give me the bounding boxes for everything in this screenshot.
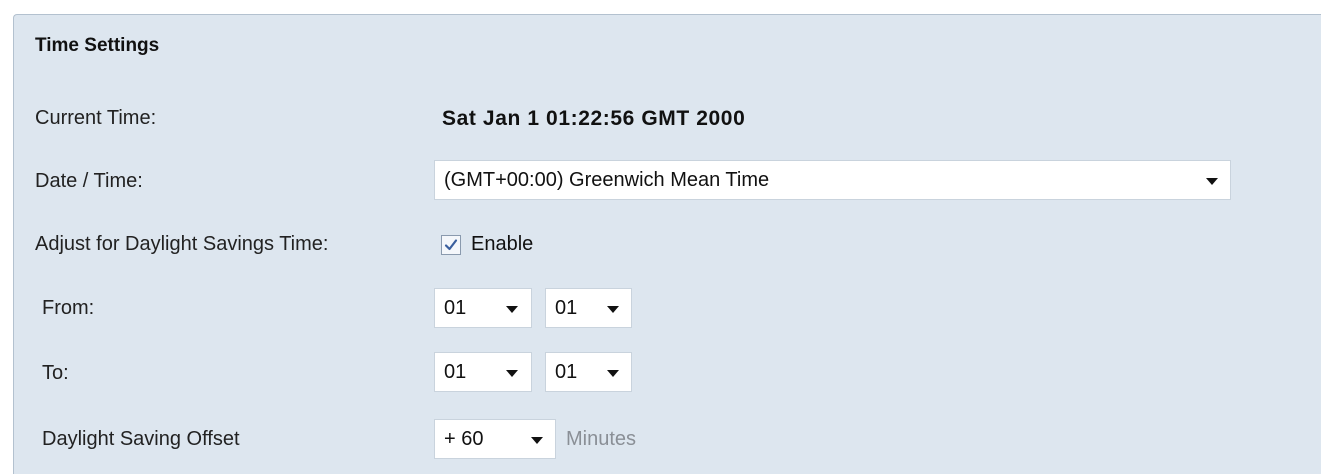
chevron-down-icon bbox=[531, 437, 543, 444]
from-month-value: 01 bbox=[444, 297, 467, 319]
to-label: To: bbox=[42, 362, 69, 384]
section-title: Time Settings bbox=[35, 35, 160, 56]
chevron-down-icon bbox=[607, 370, 619, 377]
to-day-value: 01 bbox=[555, 361, 578, 383]
time-settings-panel: Time Settings Current Time: Sat Jan 1 01… bbox=[13, 14, 1321, 474]
to-month-select[interactable]: 01 bbox=[434, 352, 532, 392]
date-time-label: Date / Time: bbox=[35, 170, 143, 192]
to-month-value: 01 bbox=[444, 361, 467, 383]
offset-select-value: + 60 bbox=[444, 428, 484, 450]
from-month-select[interactable]: 01 bbox=[434, 288, 532, 328]
timezone-select[interactable]: (GMT+00:00) Greenwich Mean Time bbox=[434, 160, 1231, 200]
from-day-select[interactable]: 01 bbox=[545, 288, 632, 328]
offset-select[interactable]: + 60 bbox=[434, 419, 556, 459]
timezone-select-value: (GMT+00:00) Greenwich Mean Time bbox=[444, 169, 770, 191]
chevron-down-icon bbox=[1206, 178, 1218, 185]
dst-enable-label[interactable]: Enable bbox=[471, 233, 533, 256]
offset-label: Daylight Saving Offset bbox=[42, 428, 240, 450]
current-time-label: Current Time: bbox=[35, 107, 157, 129]
dst-enable-checkbox[interactable] bbox=[441, 235, 461, 255]
chevron-down-icon bbox=[607, 306, 619, 313]
chevron-down-icon bbox=[506, 306, 518, 313]
offset-unit-label: Minutes bbox=[566, 428, 637, 450]
chevron-down-icon bbox=[506, 370, 518, 377]
dst-label: Adjust for Daylight Savings Time: bbox=[35, 233, 329, 255]
current-time-value: Sat Jan 1 01:22:56 GMT 2000 bbox=[442, 107, 746, 130]
checkmark-icon bbox=[444, 239, 458, 251]
from-label: From: bbox=[42, 297, 95, 319]
from-day-value: 01 bbox=[555, 297, 578, 319]
to-day-select[interactable]: 01 bbox=[545, 352, 632, 392]
